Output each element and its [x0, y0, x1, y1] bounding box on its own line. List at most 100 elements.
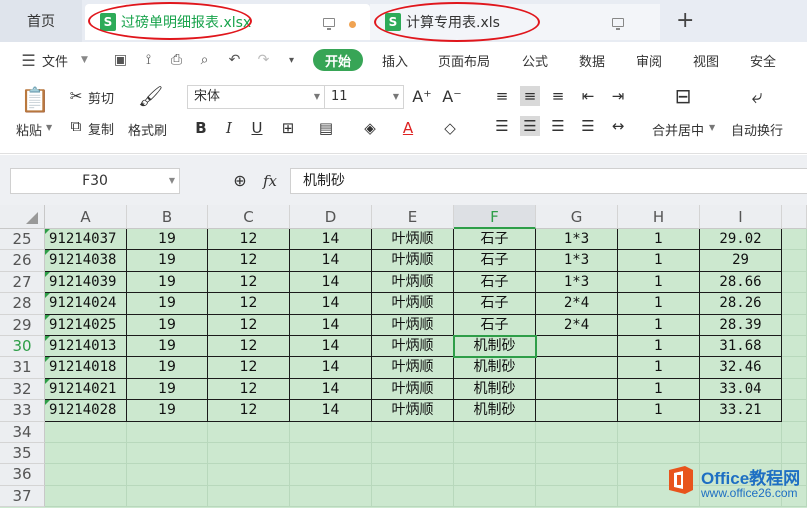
cell-c29[interactable]: 12 — [208, 314, 290, 336]
menu-tab-formulas[interactable]: 公式 — [522, 51, 548, 70]
cell-h32[interactable]: 1 — [618, 378, 700, 401]
select-all-corner[interactable] — [0, 205, 45, 229]
cell-b26[interactable]: 19 — [127, 250, 208, 272]
cell-i28[interactable]: 28.26 — [700, 293, 782, 315]
row-header-35[interactable]: 35 — [0, 443, 45, 465]
cell-c32[interactable]: 12 — [208, 378, 290, 401]
cell-c34[interactable] — [208, 421, 290, 443]
column-header-b[interactable]: B — [127, 205, 208, 229]
cell-c33[interactable]: 12 — [208, 400, 290, 422]
cell-e26[interactable]: 叶炳顺 — [372, 250, 454, 272]
cell-a35[interactable] — [45, 443, 127, 465]
font-size-select[interactable]: 11 ▼ — [324, 85, 404, 109]
cell-j32[interactable] — [782, 378, 807, 401]
formula-input[interactable]: 机制砂 — [290, 168, 807, 194]
cell-b32[interactable]: 19 — [127, 378, 208, 401]
cell-a32[interactable]: 91214021 — [45, 378, 127, 401]
copy-button[interactable]: 复制 — [88, 119, 114, 138]
cell-f29[interactable]: 石子 — [454, 314, 536, 336]
cut-button[interactable]: 剪切 — [88, 88, 114, 107]
cell-j30[interactable] — [782, 336, 807, 358]
row-header-26[interactable]: 26 — [0, 250, 45, 272]
cell-style-icon[interactable]: ▤ — [316, 118, 336, 138]
cell-f37[interactable] — [454, 485, 536, 508]
cell-d29[interactable]: 14 — [290, 314, 372, 336]
save-icon[interactable]: ▣ — [112, 52, 129, 69]
cell-b37[interactable] — [127, 485, 208, 508]
row-header-33[interactable]: 33 — [0, 400, 45, 422]
cell-b36[interactable] — [127, 464, 208, 486]
column-header-a[interactable]: A — [45, 205, 127, 229]
cell-b33[interactable]: 19 — [127, 400, 208, 422]
cell-g28[interactable]: 2*4 — [536, 293, 618, 315]
column-header-e[interactable]: E — [372, 205, 454, 229]
cell-b34[interactable] — [127, 421, 208, 443]
cell-b30[interactable]: 19 — [127, 336, 208, 358]
cell-a33[interactable]: 91214028 — [45, 400, 127, 422]
menu-tab-insert[interactable]: 插入 — [382, 51, 408, 70]
underline-icon[interactable]: U — [247, 118, 267, 138]
decrease-font-icon[interactable]: A⁻ — [442, 87, 462, 107]
cell-d37[interactable] — [290, 485, 372, 508]
cell-f33[interactable]: 机制砂 — [454, 400, 536, 422]
cell-g26[interactable]: 1*3 — [536, 250, 618, 272]
cell-e27[interactable]: 叶炳顺 — [372, 271, 454, 294]
cell-j34[interactable] — [782, 421, 807, 443]
cell-e30[interactable]: 叶炳顺 — [372, 336, 454, 358]
cell-a30[interactable]: 91214013 — [45, 336, 127, 358]
fill-color-icon[interactable]: ◈ — [360, 118, 380, 138]
cell-g32[interactable] — [536, 378, 618, 401]
increase-font-icon[interactable]: A⁺ — [412, 87, 432, 107]
cell-d31[interactable]: 14 — [290, 357, 372, 379]
cell-a25[interactable]: 91214037 — [45, 229, 127, 251]
menu-tab-review[interactable]: 审阅 — [636, 51, 662, 70]
cell-d26[interactable]: 14 — [290, 250, 372, 272]
cell-g35[interactable] — [536, 443, 618, 465]
zoom-lookup-icon[interactable]: ⊕ — [230, 171, 250, 191]
cell-e29[interactable]: 叶炳顺 — [372, 314, 454, 336]
menu-tab-data[interactable]: 数据 — [579, 51, 605, 70]
redo-icon[interactable]: ↷ — [255, 52, 272, 69]
align-left-icon[interactable]: ☰ — [492, 116, 512, 136]
cell-g25[interactable]: 1*3 — [536, 229, 618, 251]
increase-indent-icon[interactable]: ⇥ — [608, 86, 628, 106]
chevron-down-icon[interactable]: ▼ — [46, 123, 52, 132]
cell-e34[interactable] — [372, 421, 454, 443]
cell-a27[interactable]: 91214039 — [45, 271, 127, 294]
row-header-30[interactable]: 30 — [0, 336, 45, 358]
decrease-indent-icon[interactable]: ⇤ — [578, 86, 598, 106]
cell-i34[interactable] — [700, 421, 782, 443]
cell-h34[interactable] — [618, 421, 700, 443]
cell-f28[interactable]: 石子 — [454, 293, 536, 315]
cell-e28[interactable]: 叶炳顺 — [372, 293, 454, 315]
cell-a26[interactable]: 91214038 — [45, 250, 127, 272]
hamburger-menu-icon[interactable]: ☰ — [20, 52, 37, 69]
column-header-c[interactable]: C — [208, 205, 290, 229]
cell-d30[interactable]: 14 — [290, 336, 372, 358]
row-header-29[interactable]: 29 — [0, 314, 45, 336]
cell-i30[interactable]: 31.68 — [700, 336, 782, 358]
cell-e37[interactable] — [372, 485, 454, 508]
menu-tab-view[interactable]: 视图 — [693, 51, 719, 70]
cell-e33[interactable]: 叶炳顺 — [372, 400, 454, 422]
cell-c25[interactable]: 12 — [208, 229, 290, 251]
font-color-icon[interactable]: A — [398, 118, 418, 138]
cell-i26[interactable]: 29 — [700, 250, 782, 272]
column-header-f[interactable]: F — [454, 205, 536, 229]
cell-c35[interactable] — [208, 443, 290, 465]
cell-d35[interactable] — [290, 443, 372, 465]
cell-a31[interactable]: 91214018 — [45, 357, 127, 379]
distributed-align-icon[interactable]: ↔ — [608, 116, 628, 136]
cell-c30[interactable]: 12 — [208, 336, 290, 358]
quick-access-more-icon[interactable]: ▾ — [283, 52, 300, 69]
cell-b27[interactable]: 19 — [127, 271, 208, 294]
cell-f25[interactable]: 石子 — [454, 229, 536, 251]
row-header-36[interactable]: 36 — [0, 464, 45, 486]
column-header-h[interactable]: H — [618, 205, 700, 229]
cell-j29[interactable] — [782, 314, 807, 336]
menu-file[interactable]: 文件 — [42, 51, 68, 70]
cell-g31[interactable] — [536, 357, 618, 379]
monitor-icon[interactable] — [323, 18, 335, 30]
menu-tab-security[interactable]: 安全 — [750, 51, 776, 70]
align-right-icon[interactable]: ☰ — [548, 116, 568, 136]
